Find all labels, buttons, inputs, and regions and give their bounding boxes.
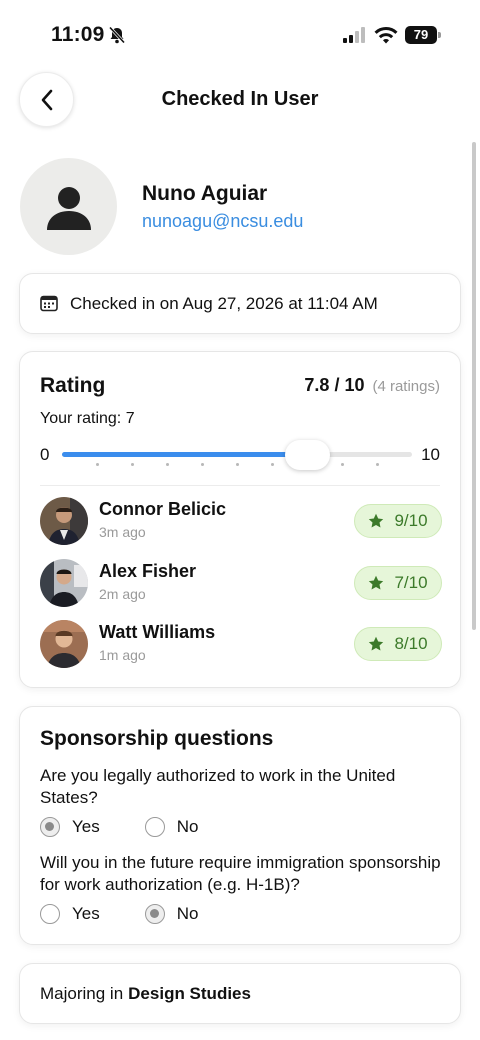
slider-max-label: 10 — [421, 445, 440, 464]
battery-icon: 79 — [405, 26, 441, 44]
rater-time: 1m ago — [99, 647, 146, 663]
rater-avatar — [40, 497, 88, 545]
major-value: Design Studies — [128, 983, 251, 1003]
radio-no[interactable] — [144, 817, 165, 837]
slider-min-label: 0 — [40, 445, 50, 464]
sponsorship-title: Sponsorship questions — [40, 727, 274, 750]
slider-tick — [235, 463, 239, 466]
rater-avatar — [40, 559, 88, 607]
question-work-authorization: Are you legally authorized to work in th… — [40, 766, 396, 807]
checkin-card: Checked in on Aug 27, 2026 at 11:04 AM — [19, 273, 461, 334]
rater-name: Alex Fisher — [99, 561, 197, 581]
battery-level: 79 — [405, 26, 437, 44]
star-icon — [369, 575, 384, 590]
rater-row: Watt Williams 1m ago 8/10 — [40, 620, 442, 670]
rater-avatar — [40, 620, 88, 668]
rater-row: Alex Fisher 2m ago 7/10 — [40, 559, 442, 609]
slider-tick — [165, 463, 169, 466]
radio-group-work-authorization: Yes No — [40, 817, 198, 837]
rating-title: Rating — [40, 374, 106, 397]
rater-score-badge: 9/10 — [354, 504, 442, 538]
checkin-text: Checked in on Aug 27, 2026 at 11:04 AM — [70, 293, 378, 313]
radio-yes-label: Yes — [72, 904, 100, 923]
slider-tick — [130, 463, 134, 466]
major-prefix: Majoring in — [40, 983, 124, 1003]
divider — [40, 485, 440, 486]
rating-slider-thumb[interactable] — [285, 440, 330, 470]
rater-time: 2m ago — [99, 586, 146, 602]
rater-score: 7/10 — [394, 573, 428, 592]
radio-no-label: No — [176, 904, 199, 923]
rating-slider-track[interactable] — [62, 452, 412, 457]
radio-yes[interactable] — [40, 904, 60, 924]
radio-yes[interactable] — [40, 817, 60, 837]
bell-off-icon — [108, 26, 126, 44]
rater-row: Connor Belicic 3m ago 9/10 — [40, 497, 442, 547]
star-icon — [369, 636, 384, 651]
rater-time: 3m ago — [99, 524, 146, 540]
rating-average-value: 7.8 / 10 — [304, 375, 365, 395]
question-sponsorship: Will you in the future require immigrati… — [40, 853, 441, 894]
rater-score-badge: 8/10 — [354, 627, 442, 661]
star-icon — [369, 513, 384, 528]
radio-yes-label: Yes — [72, 817, 100, 836]
slider-tick — [375, 463, 379, 466]
rater-score: 8/10 — [394, 634, 428, 653]
wifi-icon — [374, 26, 398, 44]
user-name: Nuno Aguiar — [142, 182, 268, 205]
person-icon — [46, 186, 91, 230]
avatar — [20, 158, 117, 255]
rater-score: 9/10 — [394, 511, 428, 530]
rating-average: 7.8 / 10 (4 ratings) — [304, 375, 440, 396]
slider-tick — [95, 463, 99, 466]
rating-slider-fill — [62, 452, 307, 457]
slider-tick — [200, 463, 204, 466]
user-email-link[interactable]: nunoagu@ncsu.edu — [142, 211, 303, 232]
rating-count: (4 ratings) — [372, 378, 440, 395]
calendar-icon — [40, 295, 58, 312]
rating-card: Rating 7.8 / 10 (4 ratings) Your rating: … — [19, 351, 461, 688]
chevron-left-icon — [41, 89, 52, 110]
status-bar: 11:09 79 — [0, 0, 480, 70]
your-rating-label: Your rating: 7 — [40, 410, 135, 427]
rater-score-badge: 7/10 — [354, 566, 442, 600]
back-button[interactable] — [19, 72, 74, 127]
radio-no-label: No — [176, 817, 199, 836]
scrollbar[interactable] — [472, 142, 476, 630]
rater-name: Watt Williams — [99, 622, 216, 642]
status-time: 11:09 — [51, 23, 105, 46]
radio-no[interactable] — [144, 904, 165, 924]
signal-icon — [343, 27, 365, 43]
slider-tick — [270, 463, 274, 466]
major-card: Majoring in Design Studies — [19, 963, 461, 1024]
slider-tick — [340, 463, 344, 466]
rater-name: Connor Belicic — [99, 499, 227, 519]
radio-group-sponsorship: Yes No — [40, 904, 198, 924]
sponsorship-card: Sponsorship questions Are you legally au… — [19, 706, 461, 945]
